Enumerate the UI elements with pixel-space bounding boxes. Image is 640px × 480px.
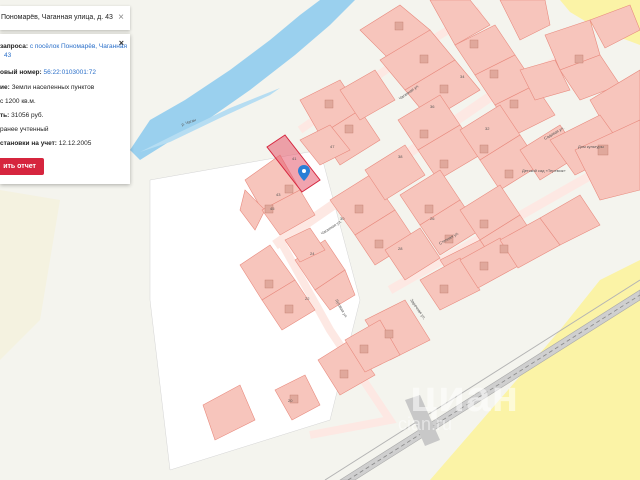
- building: [324, 99, 334, 109]
- building: [419, 54, 429, 64]
- house-number: 43: [276, 192, 281, 197]
- building: [424, 204, 434, 214]
- building: [359, 344, 369, 354]
- building: [384, 329, 394, 339]
- building: [284, 304, 294, 314]
- category-label: ие:: [0, 84, 10, 91]
- house-number: 36: [430, 104, 435, 109]
- building: [344, 124, 354, 134]
- house-number: 26: [430, 216, 435, 221]
- building: [574, 54, 584, 64]
- status-row: ранее учтенный: [0, 126, 49, 133]
- building: [394, 21, 404, 31]
- request-value-2[interactable]: 43: [4, 52, 11, 59]
- cadnum-row: овый номер: 56:22:0103001:72: [0, 69, 96, 76]
- building: [499, 244, 509, 254]
- building: [479, 219, 489, 229]
- house-number: 32: [485, 126, 490, 131]
- category-value: Земли населенных пунктов: [11, 84, 95, 91]
- watermark-sub: cian.ru: [398, 414, 453, 434]
- building: [354, 204, 364, 214]
- request-row-cont: 43: [4, 52, 11, 59]
- cost-row: ть: 31056 руб.: [0, 112, 43, 119]
- building: [479, 144, 489, 154]
- area-value: с 1200 кв.м.: [0, 98, 36, 105]
- building: [284, 184, 294, 194]
- house-number: 47: [330, 144, 335, 149]
- status-value: ранее учтенный: [0, 126, 49, 133]
- get-report-button[interactable]: ить отчет: [0, 158, 44, 175]
- date-label: становки на учет:: [0, 140, 57, 147]
- house-number: 41: [292, 156, 297, 161]
- area-row: с 1200 кв.м.: [0, 98, 36, 105]
- date-value: 12.12.2005: [58, 140, 92, 147]
- building: [439, 159, 449, 169]
- building: [419, 129, 429, 139]
- house-number: 30: [340, 216, 345, 221]
- house-number: 20: [288, 398, 293, 403]
- cost-label: ть:: [0, 112, 10, 119]
- building: [509, 99, 519, 109]
- house-number: 24: [310, 251, 315, 256]
- house-number: 45: [270, 206, 275, 211]
- building: [489, 69, 499, 79]
- building: [439, 84, 449, 94]
- request-row: запроса: с посёлок Пономарёв, Чаганная: [0, 43, 127, 50]
- house-number: 22: [305, 296, 310, 301]
- parcel-info-panel: × запроса: с посёлок Пономарёв, Чаганная…: [0, 34, 130, 184]
- address-search-bar[interactable]: Пономарёв, Чаганная улица, д. 43 ×: [0, 6, 130, 30]
- request-label: запроса:: [0, 43, 29, 50]
- date-row: становки на учет: 12.12.2005: [0, 140, 91, 147]
- poi-label: Дом культуры: [578, 144, 604, 149]
- building: [339, 369, 349, 379]
- cost-value: 31056 руб.: [11, 112, 44, 119]
- house-number: 38: [398, 154, 403, 159]
- category-row: ие: Земли населенных пунктов: [0, 84, 94, 91]
- building: [374, 239, 384, 249]
- house-number: 28: [398, 246, 403, 251]
- poi-label: Детский сад «Теремок»: [522, 168, 566, 173]
- building: [264, 279, 274, 289]
- cadnum-label: овый номер:: [0, 69, 42, 76]
- request-value[interactable]: с посёлок Пономарёв, Чаганная: [30, 43, 127, 50]
- address-text: Пономарёв, Чаганная улица, д. 43: [1, 14, 113, 21]
- building: [479, 261, 489, 271]
- building: [439, 284, 449, 294]
- close-icon[interactable]: ×: [118, 6, 124, 30]
- building: [504, 169, 514, 179]
- cadnum-value[interactable]: 56:22:0103001:72: [44, 69, 96, 76]
- building: [469, 39, 479, 49]
- house-number: 34: [460, 74, 465, 79]
